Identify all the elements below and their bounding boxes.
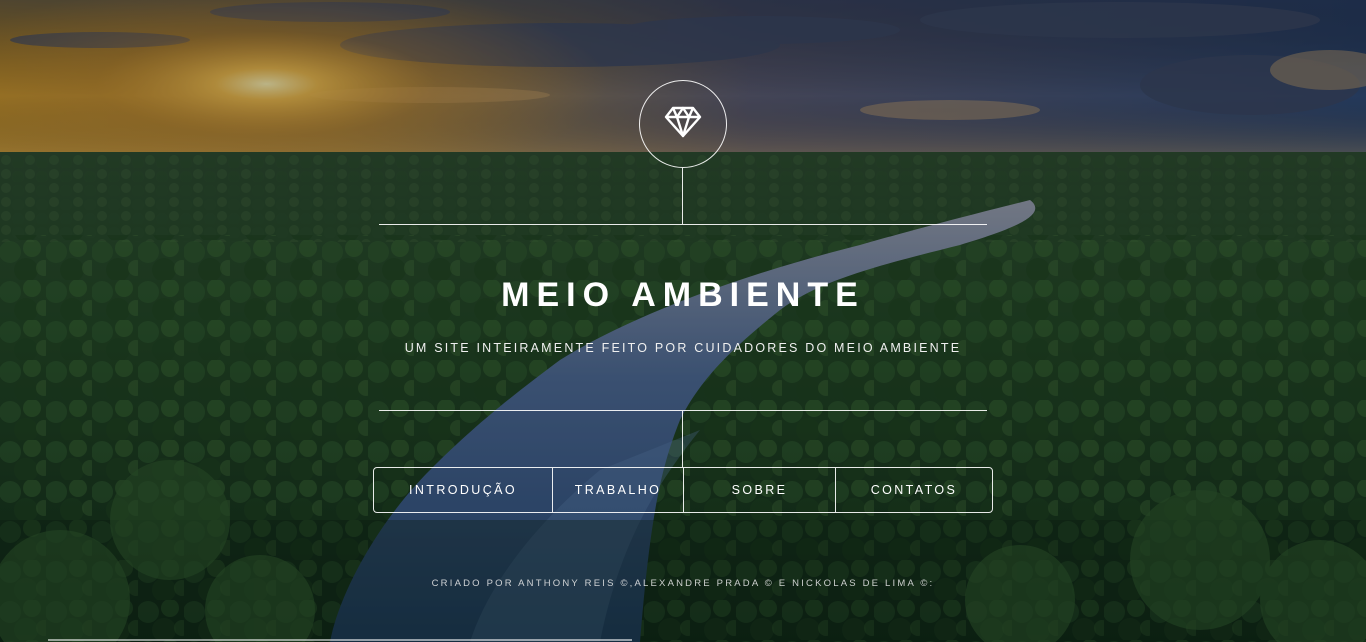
connector-line-bottom [682,411,683,467]
page-title: MEIO AMBIENTE [501,276,865,314]
page: MEIO AMBIENTE UM SITE INTEIRAMENTE FEITO… [0,0,1366,642]
divider-bottom [379,410,987,411]
connector-line-top [682,168,683,224]
nav-item-trabalho[interactable]: TRABALHO [552,468,683,512]
page-subtitle: UM SITE INTEIRAMENTE FEITO POR CUIDADORE… [404,341,962,355]
diamond-icon [664,105,702,144]
footer-divider [48,639,632,641]
divider-top [379,224,987,225]
main-nav: INTRODUÇÃO TRABALHO SOBRE CONTATOS [373,467,993,513]
nav-item-sobre[interactable]: SOBRE [683,468,835,512]
nav-item-introducao[interactable]: INTRODUÇÃO [374,468,552,512]
nav-item-contatos[interactable]: CONTATOS [835,468,992,512]
site-header: MEIO AMBIENTE UM SITE INTEIRAMENTE FEITO… [0,0,1366,642]
logo[interactable] [639,80,727,168]
footer-credits: CRIADO POR ANTHONY REIS ©,ALEXANDRE PRAD… [431,578,935,589]
